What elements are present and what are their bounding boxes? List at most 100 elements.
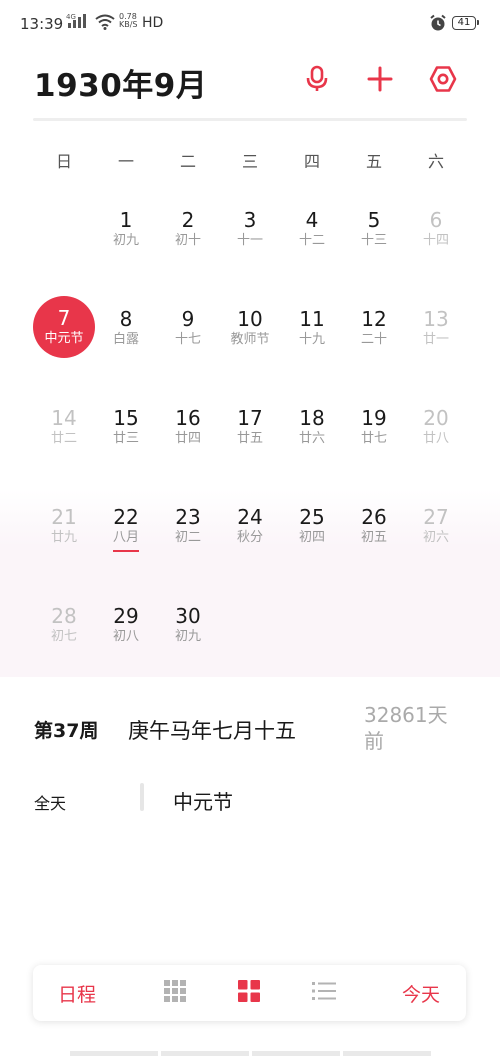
day-number: 22 [113, 505, 139, 529]
day-cell[interactable]: 14 廿二 [33, 383, 95, 482]
day-number: 2 [181, 208, 195, 232]
day-number: 9 [181, 307, 195, 331]
lunar-label: 十四 [422, 233, 449, 248]
weekday-wed: 三 [241, 152, 258, 171]
day-cell-today[interactable]: 22 八月 [95, 482, 157, 581]
day-cell[interactable]: 26 初五 [343, 482, 405, 581]
weekday-sat: 六 [427, 152, 444, 171]
day-cell[interactable]: 13 廿一 [405, 284, 467, 383]
lunar-date: 庚午马年七月十五 [128, 719, 296, 743]
day-number: 26 [361, 505, 387, 529]
day-cell[interactable]: 1 初九 [95, 185, 157, 284]
lunar-label: 八月 [112, 530, 139, 545]
nav-segment [251, 1051, 340, 1056]
week-number: 第37周 [34, 720, 99, 742]
list-view-icon [312, 981, 336, 1005]
day-cell[interactable]: 18 廿六 [281, 383, 343, 482]
today-button[interactable]: 今天 [389, 965, 453, 1021]
lunar-label: 初二 [174, 530, 201, 545]
week-row: 7 中元节 8 白露 9 十七 10 教师节 11 十九 12 二十 13 廿一 [33, 284, 467, 383]
header-divider [33, 118, 467, 121]
day-number: 21 [51, 505, 77, 529]
weekday-mon: 一 [117, 152, 134, 171]
lunar-label: 廿九 [50, 530, 77, 545]
plus-icon [367, 66, 393, 96]
day-cell[interactable]: 27 初六 [405, 482, 467, 581]
status-time: 13:39 [20, 15, 64, 33]
year-view-tab[interactable] [153, 965, 197, 1021]
day-number: 28 [51, 604, 77, 628]
settings-button[interactable] [426, 64, 460, 98]
day-cell[interactable]: 11 十九 [281, 284, 343, 383]
day-number: 20 [423, 406, 449, 430]
day-number: 4 [305, 208, 319, 232]
day-cell[interactable]: 29 初八 [95, 581, 157, 680]
speed-unit: KB/S [119, 20, 138, 29]
day-cell[interactable]: 3 十一 [219, 185, 281, 284]
day-number: 19 [361, 406, 387, 430]
day-cell[interactable]: 24 秋分 [219, 482, 281, 581]
lunar-label: 十一 [236, 233, 263, 248]
nav-segment [69, 1051, 158, 1056]
day-cell[interactable]: 20 廿八 [405, 383, 467, 482]
nav-segment [160, 1051, 249, 1056]
lunar-label: 初六 [422, 530, 449, 545]
day-cell[interactable]: 21 廿九 [33, 482, 95, 581]
weekday-fri: 五 [365, 152, 382, 171]
battery-icon: 41 [452, 16, 479, 30]
day-cell[interactable]: 4 十二 [281, 185, 343, 284]
day-number: 8 [119, 307, 133, 331]
signal-icon [68, 14, 86, 28]
day-cell-selected[interactable]: 7 中元节 [33, 284, 95, 383]
alarm-icon [429, 14, 447, 36]
day-cell[interactable]: 28 初七 [33, 581, 95, 680]
day-cell[interactable]: 8 白露 [95, 284, 157, 383]
lunar-label: 廿一 [422, 332, 449, 347]
day-cell[interactable]: 2 初十 [157, 185, 219, 284]
day-cell[interactable]: 30 初九 [157, 581, 219, 680]
day-cell[interactable]: 16 廿四 [157, 383, 219, 482]
schedule-tab[interactable]: 日程 [45, 965, 109, 1021]
week-row: 28 初七 29 初八 30 初九 [33, 581, 467, 680]
day-number: 24 [237, 505, 263, 529]
lunar-label: 白露 [112, 332, 139, 347]
day-cell[interactable]: 23 初二 [157, 482, 219, 581]
navigation-strip [0, 1051, 500, 1056]
day-cell[interactable]: 15 廿三 [95, 383, 157, 482]
lunar-label: 初十 [174, 233, 201, 248]
day-cell[interactable]: 12 二十 [343, 284, 405, 383]
day-cell[interactable]: 25 初四 [281, 482, 343, 581]
settings-icon [429, 65, 457, 97]
wifi-icon [95, 14, 115, 34]
network-speed: 0.78 KB/S [119, 13, 138, 29]
day-number: 11 [299, 307, 325, 331]
day-number: 25 [299, 505, 325, 529]
day-number: 1 [119, 208, 133, 232]
day-cell[interactable]: 9 十七 [157, 284, 219, 383]
month-view-tab[interactable] [227, 965, 271, 1021]
list-view-tab[interactable] [302, 965, 346, 1021]
voice-button[interactable] [300, 64, 334, 98]
day-cell[interactable]: 19 廿七 [343, 383, 405, 482]
day-cell[interactable]: 17 廿五 [219, 383, 281, 482]
lunar-label: 十二 [298, 233, 325, 248]
lunar-label: 廿六 [298, 431, 325, 446]
day-number: 16 [175, 406, 201, 430]
status-bar: 13:39 4G 0.78 KB/S HD 41 [0, 0, 500, 48]
empty-cell [281, 581, 343, 680]
week-row: 14 廿二 15 廿三 16 廿四 17 廿五 18 廿六 19 廿七 20 廿八 [33, 383, 467, 482]
lunar-label: 二十 [360, 332, 387, 347]
hd-indicator: HD [142, 15, 164, 31]
day-cell[interactable]: 5 十三 [343, 185, 405, 284]
lunar-label: 十九 [298, 332, 325, 347]
nine-grid-view-icon [164, 980, 186, 1006]
day-number: 27 [423, 505, 449, 529]
day-cell[interactable]: 6 十四 [405, 185, 467, 284]
add-event-button[interactable] [363, 64, 397, 98]
day-cell[interactable]: 10 教师节 [219, 284, 281, 383]
event-item[interactable]: 全天 中元节 [0, 775, 500, 825]
day-info: 第37周 庚午马年七月十五 32861天前 [0, 690, 500, 770]
month-title[interactable]: 1930年9月 [34, 60, 207, 105]
microphone-icon [304, 65, 330, 97]
nav-segment [342, 1051, 431, 1056]
